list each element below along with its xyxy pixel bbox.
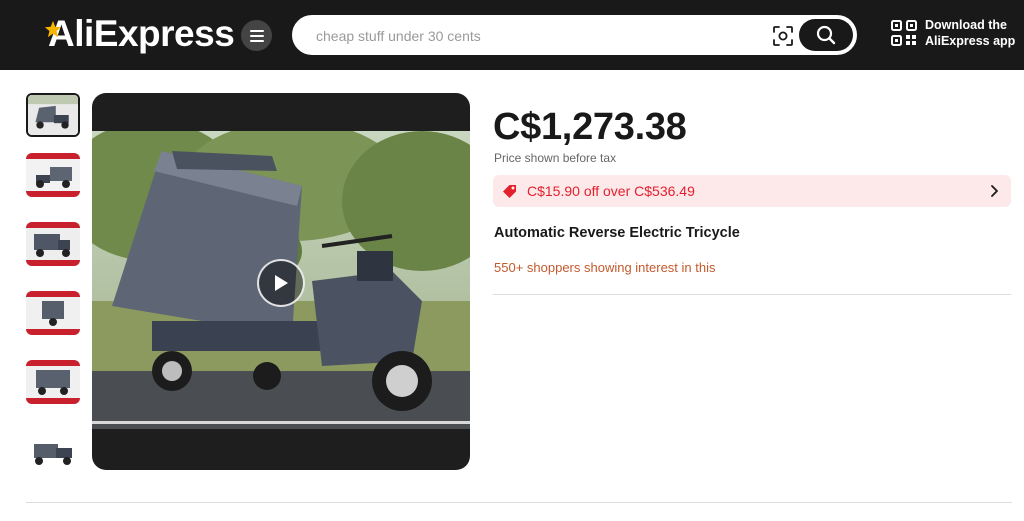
play-video-button[interactable] bbox=[257, 259, 305, 307]
thumbnail-4[interactable] bbox=[26, 291, 80, 335]
product-price: C$1,273.38 bbox=[493, 106, 687, 148]
thumbnail-image bbox=[26, 222, 80, 266]
thumbnail-image bbox=[26, 430, 80, 474]
thumbnail-5[interactable] bbox=[26, 360, 80, 404]
main-product-image[interactable] bbox=[92, 93, 470, 470]
coupon-tag-icon bbox=[503, 185, 516, 198]
aliexpress-logo[interactable]: AliExpress bbox=[44, 13, 235, 54]
thumbnail-image bbox=[26, 153, 80, 197]
qr-code-icon bbox=[891, 20, 917, 46]
hamburger-icon bbox=[249, 29, 264, 42]
section-divider bbox=[493, 294, 1011, 295]
thumbnail-image bbox=[26, 291, 80, 335]
thumbnail-image bbox=[28, 95, 78, 135]
thumbnail-6[interactable] bbox=[26, 430, 80, 474]
chevron-right-icon bbox=[991, 185, 998, 197]
thumbnail-2[interactable] bbox=[26, 153, 80, 197]
coupon-text: C$15.90 off over C$536.49 bbox=[527, 183, 695, 199]
thumbnail-image bbox=[26, 360, 80, 404]
coupon-banner[interactable]: C$15.90 off over C$536.49 bbox=[493, 175, 1011, 207]
download-app-line1: Download the bbox=[925, 18, 1007, 32]
logo-star-icon bbox=[44, 20, 62, 38]
thumbnail-3[interactable] bbox=[26, 222, 80, 266]
logo-text: AliExpress bbox=[48, 13, 235, 54]
shopper-interest-text: 550+ shoppers showing interest in this bbox=[494, 260, 716, 275]
download-app-text: Download the AliExpress app bbox=[925, 17, 1015, 49]
price-note: Price shown before tax bbox=[494, 151, 617, 165]
search-button[interactable] bbox=[799, 19, 853, 51]
download-app-link[interactable]: Download the AliExpress app bbox=[891, 17, 1015, 49]
page-divider bbox=[26, 502, 1012, 503]
search-icon bbox=[816, 25, 836, 45]
image-search-icon[interactable] bbox=[772, 25, 794, 47]
search-bar bbox=[292, 15, 857, 55]
thumbnail-1[interactable] bbox=[26, 93, 80, 137]
play-icon bbox=[275, 275, 288, 291]
product-title: Automatic Reverse Electric Tricycle bbox=[494, 225, 740, 241]
top-header: AliExpress cheap stuff under 30 cents Do… bbox=[0, 0, 1024, 70]
category-menu-button[interactable] bbox=[241, 20, 272, 51]
download-app-line2: AliExpress app bbox=[925, 34, 1016, 48]
search-input[interactable] bbox=[316, 25, 766, 47]
